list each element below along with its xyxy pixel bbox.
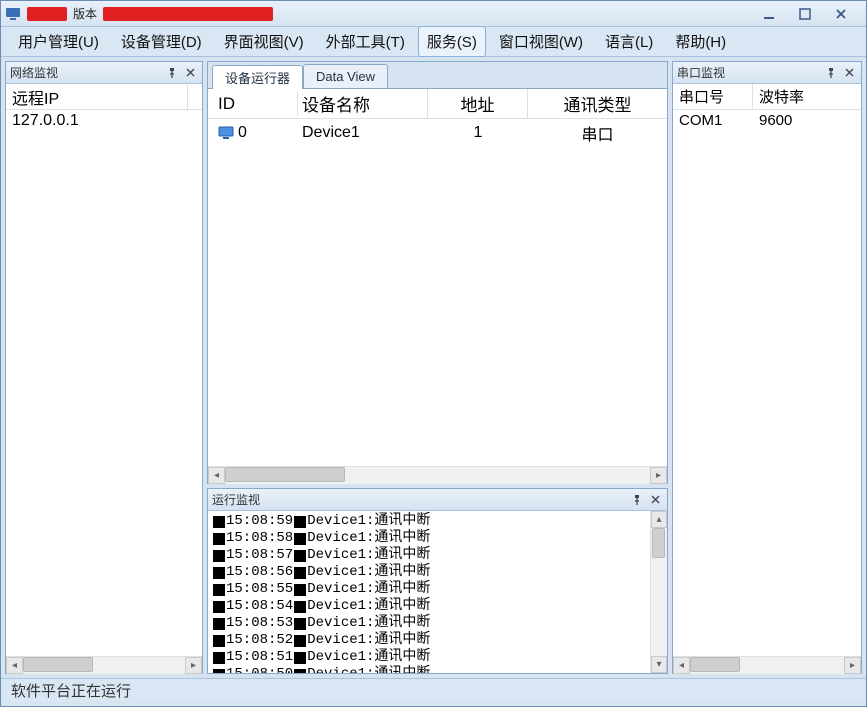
status-text: 软件平台正在运行 — [11, 680, 131, 701]
network-table-header: 远程IP — [6, 84, 202, 110]
device-name: Device1 — [298, 122, 428, 144]
serial-table-header: 串口号 波特率 — [673, 84, 861, 110]
serial-panel-title: 串口监视 — [677, 64, 821, 81]
pin-icon[interactable] — [629, 492, 645, 508]
title-fragment: 版本 — [73, 5, 97, 22]
minimize-button[interactable] — [758, 6, 780, 22]
log-line: 15:08:57Device1:通讯中断 — [212, 547, 646, 564]
device-table-header: ID 设备名称 地址 通讯类型 — [208, 89, 667, 119]
scroll-left-icon[interactable]: ◂ — [673, 657, 690, 674]
scroll-left-icon[interactable]: ◂ — [6, 657, 23, 674]
network-panel-header: 网络监视 — [6, 62, 202, 84]
col-extra[interactable] — [188, 95, 202, 99]
pin-icon[interactable] — [164, 65, 180, 81]
run-monitor-panel: 运行监视 15:08:59Device1:通讯中断15:08:58Device1… — [207, 488, 668, 674]
scroll-down-icon[interactable]: ▾ — [651, 656, 667, 673]
window-controls — [758, 6, 862, 22]
menu-language[interactable]: 语言(L) — [596, 26, 662, 57]
device-tabstrip: 设备运行器 Data View — [208, 62, 667, 88]
serial-baud: 9600 — [753, 112, 861, 129]
menu-ext-tools[interactable]: 外部工具(T) — [317, 26, 414, 57]
device-id: 0 — [238, 124, 247, 142]
col-addr[interactable]: 地址 — [428, 89, 528, 118]
menu-help[interactable]: 帮助(H) — [666, 26, 735, 57]
tab-device-runner[interactable]: 设备运行器 — [212, 65, 303, 89]
run-monitor-vscroll[interactable]: ▴ ▾ — [650, 511, 667, 673]
serial-table-body: COM1 9600 — [673, 110, 861, 656]
workarea: 网络监视 远程IP 127.0.0.1 ◂ ▸ 设备运行器 — [1, 57, 866, 678]
col-port[interactable]: 串口号 — [673, 84, 753, 109]
menubar: 用户管理(U) 设备管理(D) 界面视图(V) 外部工具(T) 服务(S) 窗口… — [1, 27, 866, 57]
log-line: 15:08:51Device1:通讯中断 — [212, 649, 646, 666]
maximize-button[interactable] — [794, 6, 816, 22]
menu-service[interactable]: 服务(S) — [418, 26, 486, 57]
network-hscroll[interactable]: ◂ ▸ — [6, 656, 202, 673]
menu-window[interactable]: 窗口视图(W) — [490, 26, 592, 57]
network-panel-title: 网络监视 — [10, 64, 162, 81]
app-icon — [5, 6, 21, 22]
device-addr: 1 — [428, 122, 528, 144]
log-line: 15:08:58Device1:通讯中断 — [212, 530, 646, 547]
menu-device-mgmt[interactable]: 设备管理(D) — [112, 26, 211, 57]
serial-panel-header: 串口监视 — [673, 62, 861, 84]
log-line: 15:08:53Device1:通讯中断 — [212, 615, 646, 632]
pin-icon[interactable] — [823, 65, 839, 81]
scroll-right-icon[interactable]: ▸ — [185, 657, 202, 674]
close-icon[interactable] — [647, 492, 663, 508]
run-monitor-header: 运行监视 — [208, 489, 667, 511]
monitor-icon — [218, 126, 234, 140]
device-table-body: 0 Device1 1 串口 — [208, 119, 667, 466]
device-row[interactable]: 0 Device1 1 串口 — [208, 119, 667, 147]
serial-panel: 串口监视 串口号 波特率 COM1 9600 ◂ ▸ — [672, 61, 862, 674]
tab-data-view[interactable]: Data View — [303, 64, 388, 88]
run-monitor-title: 运行监视 — [212, 491, 627, 508]
col-id[interactable]: ID — [208, 92, 298, 116]
network-table-body: 127.0.0.1 — [6, 110, 202, 656]
log-line: 15:08:55Device1:通讯中断 — [212, 581, 646, 598]
close-icon[interactable] — [182, 65, 198, 81]
scroll-up-icon[interactable]: ▴ — [651, 511, 667, 528]
menu-view[interactable]: 界面视图(V) — [215, 26, 313, 57]
serial-port: COM1 — [673, 112, 753, 129]
network-panel: 网络监视 远程IP 127.0.0.1 ◂ ▸ — [5, 61, 203, 674]
menu-user-mgmt[interactable]: 用户管理(U) — [9, 26, 108, 57]
serial-hscroll[interactable]: ◂ ▸ — [673, 656, 861, 673]
log-line: 15:08:54Device1:通讯中断 — [212, 598, 646, 615]
close-button[interactable] — [830, 6, 852, 22]
run-monitor-log[interactable]: 15:08:59Device1:通讯中断15:08:58Device1:通讯中断… — [208, 511, 650, 673]
device-panel: 设备运行器 Data View ID 设备名称 地址 通讯类型 — [207, 61, 668, 484]
center-column: 设备运行器 Data View ID 设备名称 地址 通讯类型 — [207, 61, 668, 674]
redacted-title-right — [103, 7, 273, 21]
col-type[interactable]: 通讯类型 — [528, 89, 667, 118]
close-icon[interactable] — [841, 65, 857, 81]
log-line: 15:08:52Device1:通讯中断 — [212, 632, 646, 649]
log-line: 15:08:59Device1:通讯中断 — [212, 513, 646, 530]
network-row[interactable]: 127.0.0.1 — [6, 110, 202, 132]
log-line: 15:08:56Device1:通讯中断 — [212, 564, 646, 581]
serial-row[interactable]: COM1 9600 — [673, 110, 861, 131]
network-row-ip: 127.0.0.1 — [12, 112, 79, 129]
col-baud[interactable]: 波特率 — [753, 84, 861, 109]
scroll-left-icon[interactable]: ◂ — [208, 467, 225, 484]
device-tab-content: ID 设备名称 地址 通讯类型 0 Device1 1 — [208, 88, 667, 483]
col-name[interactable]: 设备名称 — [298, 89, 428, 118]
scroll-right-icon[interactable]: ▸ — [844, 657, 861, 674]
device-type: 串口 — [528, 119, 667, 147]
statusbar: 软件平台正在运行 — [1, 678, 866, 702]
log-line: 15:08:50Device1:通讯中断 — [212, 666, 646, 673]
scroll-right-icon[interactable]: ▸ — [650, 467, 667, 484]
redacted-title-left — [27, 7, 67, 21]
device-hscroll[interactable]: ◂ ▸ — [208, 466, 667, 483]
titlebar: 版本 — [1, 1, 866, 27]
col-remote-ip[interactable]: 远程IP — [6, 83, 188, 111]
